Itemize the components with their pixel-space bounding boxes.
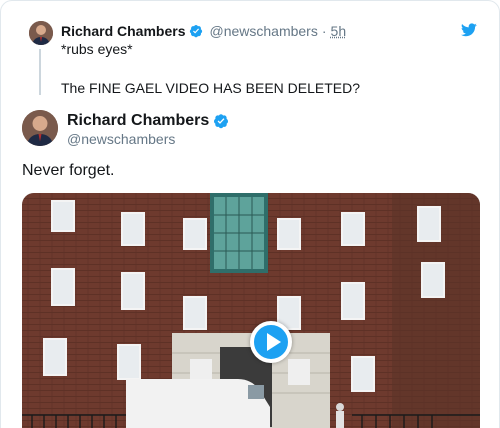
parent-author-handle[interactable]: @newschambers — [209, 23, 317, 39]
tweet-text: Never forget. — [22, 162, 114, 180]
play-icon[interactable] — [250, 321, 292, 363]
main-author-name[interactable]: Richard Chambers — [67, 112, 209, 130]
parent-tweet-timestamp[interactable]: 5h — [331, 23, 347, 39]
parent-author-avatar[interactable] — [29, 21, 53, 45]
parent-author-name[interactable]: Richard Chambers — [61, 23, 185, 39]
thread-connector-line — [39, 49, 41, 95]
parent-tweet-text-line2: The FINE GAEL VIDEO HAS BEEN DELETED? — [61, 80, 360, 96]
verified-badge-icon — [189, 24, 203, 38]
video-player[interactable] — [22, 193, 480, 428]
main-author-avatar[interactable] — [22, 110, 58, 146]
parent-tweet-text-line1: *rubs eyes* — [61, 41, 133, 57]
separator-dot: · — [322, 23, 327, 39]
video-thumbnail — [22, 193, 480, 428]
embedded-tweet-card: Richard Chambers @newschambers · 5h *rub… — [0, 0, 500, 428]
main-author-name-row: Richard Chambers — [67, 112, 229, 130]
verified-badge-icon — [213, 113, 229, 129]
parent-tweet-header: Richard Chambers @newschambers · 5h — [61, 23, 346, 39]
main-author-handle[interactable]: @newschambers — [67, 131, 175, 147]
twitter-bird-icon[interactable] — [461, 23, 477, 37]
